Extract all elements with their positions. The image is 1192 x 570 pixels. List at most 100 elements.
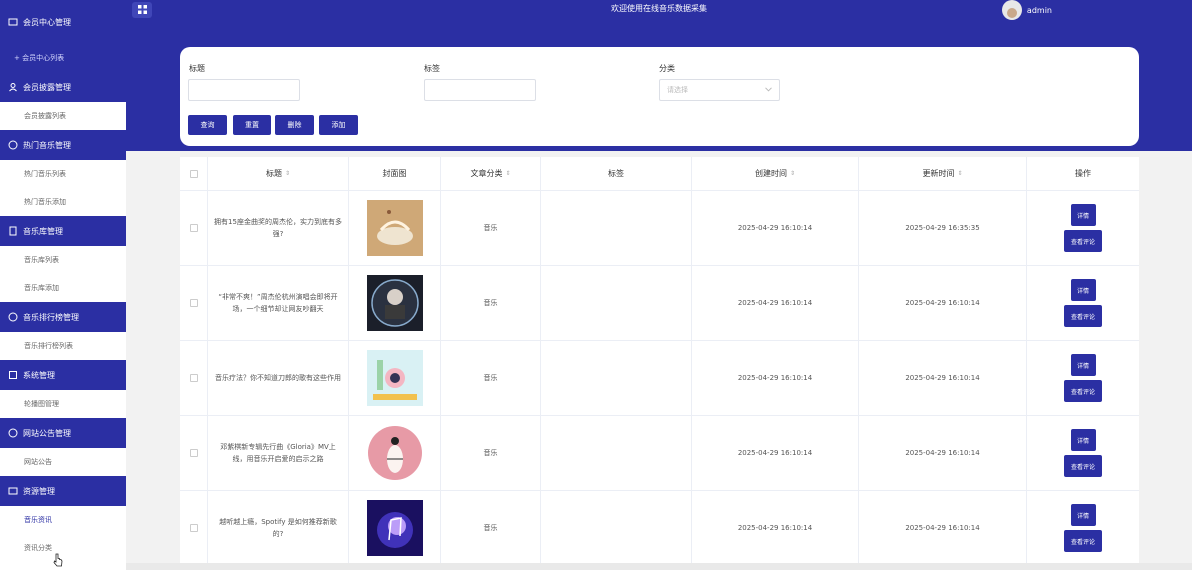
sidebar-item-news-category[interactable]: 资讯分类 — [0, 534, 126, 562]
table-row: 音乐疗法？你不知道刀郎的歌有这些作用 音乐 2025-04-29 16:10:1… — [180, 341, 1139, 416]
row-checkbox[interactable] — [189, 524, 198, 532]
horizontal-scrollbar[interactable] — [126, 563, 1192, 570]
detail-button[interactable]: 详情 — [1070, 279, 1096, 301]
cover-image — [366, 500, 423, 556]
sidebar-item-member-center-list[interactable]: + 会员中心列表 — [0, 44, 126, 72]
sort-icon[interactable]: ⇕ — [285, 170, 290, 177]
sidebar-group-label: 热门音乐管理 — [23, 140, 71, 150]
table-header-row: 标题 ⇕ 封面图 文章分类 ⇕ 标签 创建时间 ⇕ 更新时间 ⇕ 操作 — [180, 157, 1139, 191]
title-cell: “非常不爽！”周杰伦杭州演唱会即将开场，一个细节却让网友吵翻天 — [208, 266, 349, 340]
row-title: 拥有15座金曲奖的周杰伦，实力到底有多强? — [214, 218, 342, 238]
detail-button[interactable]: 详情 — [1070, 429, 1096, 451]
sidebar-group-label: 音乐库管理 — [23, 226, 63, 236]
select-all-checkbox[interactable] — [189, 169, 198, 178]
sidebar-group-system[interactable]: 系统管理 — [0, 360, 126, 390]
actions-cell: 详情 查看评论 — [1027, 416, 1139, 490]
row-checkbox[interactable] — [189, 224, 198, 232]
sort-icon[interactable]: ⇕ — [957, 170, 962, 177]
row-checkbox-cell — [180, 416, 208, 490]
sidebar-group-hot-music[interactable]: 热门音乐管理 — [0, 130, 126, 160]
sidebar-group-member-disclosure[interactable]: 会员披露管理 — [0, 72, 126, 102]
sort-icon[interactable]: ⇕ — [790, 170, 795, 177]
sidebar-group-label: 资源管理 — [23, 486, 55, 496]
sidebar-item-member-disclosure-list[interactable]: 会员披露列表 — [0, 102, 126, 130]
created-cell: 2025-04-29 16:10:14 — [692, 491, 859, 565]
column-created[interactable]: 创建时间 ⇕ — [692, 157, 859, 190]
actions-cell: 详情 查看评论 — [1027, 191, 1139, 265]
sidebar-group-notice[interactable]: 网站公告管理 — [0, 418, 126, 448]
table-row: “非常不爽！”周杰伦杭州演唱会即将开场，一个细节却让网友吵翻天 音乐 2025-… — [180, 266, 1139, 341]
sidebar-group-label: 会员披露管理 — [23, 82, 71, 92]
sidebar-item-music-news[interactable]: 音乐资讯 — [0, 506, 126, 534]
title-input[interactable] — [188, 79, 300, 101]
row-checkbox[interactable] — [189, 449, 198, 457]
reset-button[interactable]: 重置 — [233, 115, 271, 135]
view-comments-button[interactable]: 查看评论 — [1064, 305, 1102, 327]
view-comments-button[interactable]: 查看评论 — [1064, 455, 1102, 477]
sidebar-item-music-library-add[interactable]: 音乐库添加 — [0, 274, 126, 302]
chevron-down-icon — [765, 86, 772, 94]
sidebar-group-label: 系统管理 — [23, 370, 55, 380]
add-button[interactable]: 添加 — [319, 115, 358, 135]
sidebar-group-music-ranking[interactable]: 音乐排行榜管理 — [0, 302, 126, 332]
sidebar-item-music-ranking-list[interactable]: 音乐排行榜列表 — [0, 332, 126, 360]
title-cell: 音乐疗法？你不知道刀郎的歌有这些作用 — [208, 341, 349, 415]
chat-icon — [8, 140, 18, 150]
row-checkbox[interactable] — [189, 299, 198, 307]
column-title-label: 标题 — [265, 169, 282, 178]
actions-cell: 详情 查看评论 — [1027, 491, 1139, 565]
row-checkbox-cell — [180, 266, 208, 340]
delete-button[interactable]: 删除 — [275, 115, 314, 135]
actions-cell: 详情 查看评论 — [1027, 341, 1139, 415]
search-panel: 标题 标签 分类 请选择 查询 重置 删除 添加 — [180, 47, 1139, 146]
sidebar-item-hot-music-list[interactable]: 热门音乐列表 — [0, 160, 126, 188]
sidebar-group-resource[interactable]: 资源管理 — [0, 476, 126, 506]
table-row: 拥有15座金曲奖的周杰伦，实力到底有多强? 音乐 2025-04-29 16:1… — [180, 191, 1139, 266]
cover-image — [366, 275, 423, 331]
tag-cell — [541, 266, 692, 340]
query-button[interactable]: 查询 — [188, 115, 227, 135]
sidebar-group-label: 会员中心管理 — [23, 17, 71, 27]
title-cell: 越听越上瘾，Spotify 是如何推荐新歌的? — [208, 491, 349, 565]
updated-cell: 2025-04-29 16:10:14 — [859, 341, 1027, 415]
sidebar-item-music-library-list[interactable]: 音乐库列表 — [0, 246, 126, 274]
column-category[interactable]: 文章分类 ⇕ — [441, 157, 541, 190]
column-title[interactable]: 标题 ⇕ — [208, 157, 349, 190]
detail-button[interactable]: 详情 — [1070, 354, 1096, 376]
sidebar-group-music-library[interactable]: 音乐库管理 — [0, 216, 126, 246]
cover-image — [366, 425, 423, 481]
detail-button[interactable]: 详情 — [1070, 204, 1096, 226]
avatar — [1001, 0, 1022, 20]
column-cover: 封面图 — [349, 157, 441, 190]
chat-icon — [8, 312, 18, 322]
sidebar-item-notice[interactable]: 网站公告 — [0, 448, 126, 476]
column-updated[interactable]: 更新时间 ⇕ — [859, 157, 1027, 190]
view-comments-button[interactable]: 查看评论 — [1064, 230, 1102, 252]
view-comments-button[interactable]: 查看评论 — [1064, 380, 1102, 402]
created-cell: 2025-04-29 16:10:14 — [692, 266, 859, 340]
row-checkbox[interactable] — [189, 374, 198, 382]
updated-cell: 2025-04-29 16:10:14 — [859, 416, 1027, 490]
table-row: 越听越上瘾，Spotify 是如何推荐新歌的? 音乐 2025-04-29 16… — [180, 491, 1139, 566]
tag-input[interactable] — [424, 79, 536, 101]
folder-icon — [8, 17, 18, 27]
column-actions-label: 操作 — [1075, 169, 1091, 178]
detail-button[interactable]: 详情 — [1070, 504, 1096, 526]
column-tag: 标签 — [541, 157, 692, 190]
category-cell: 音乐 — [441, 416, 541, 490]
created-cell: 2025-04-29 16:10:14 — [692, 191, 859, 265]
category-cell: 音乐 — [441, 341, 541, 415]
title-cell: 拥有15座金曲奖的周杰伦，实力到底有多强? — [208, 191, 349, 265]
column-cover-label: 封面图 — [382, 169, 407, 178]
category-select-placeholder: 请选择 — [667, 86, 688, 94]
row-checkbox-cell — [180, 191, 208, 265]
sidebar-item-hot-music-add[interactable]: 热门音乐添加 — [0, 188, 126, 216]
tag-cell — [541, 416, 692, 490]
cover-cell — [349, 341, 441, 415]
user-menu[interactable]: admin — [1001, 0, 1052, 20]
view-comments-button[interactable]: 查看评论 — [1064, 530, 1102, 552]
sort-icon[interactable]: ⇕ — [505, 170, 510, 177]
sidebar-group-member-center[interactable]: 会员中心管理 — [0, 0, 126, 44]
sidebar-item-carousel[interactable]: 轮播图管理 — [0, 390, 126, 418]
category-select[interactable]: 请选择 — [659, 79, 780, 101]
